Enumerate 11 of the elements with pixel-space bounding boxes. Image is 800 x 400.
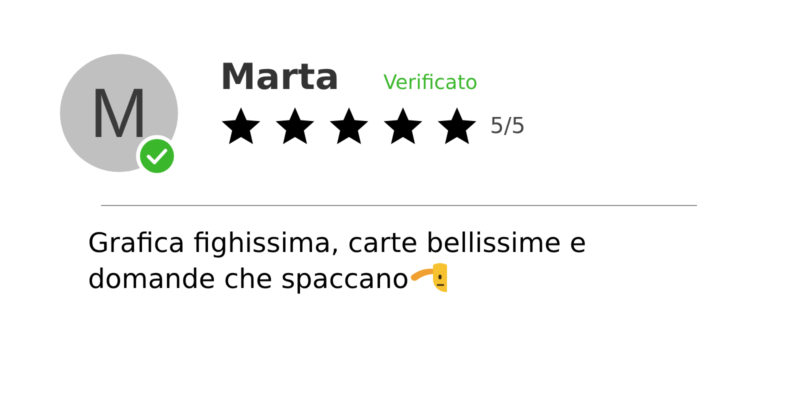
star-icon <box>436 106 478 146</box>
star-icon <box>328 106 370 146</box>
rating-score: 5/5 <box>490 112 526 140</box>
star-icon <box>274 106 316 146</box>
star-icon <box>220 106 262 146</box>
verified-label: Verificato <box>383 69 478 96</box>
review-text: Grafica fighissima, carte bellissime e domande che spaccano <box>88 227 588 297</box>
avatar: M <box>60 54 178 172</box>
star-icon <box>382 106 424 146</box>
reviewer-name: Marta <box>220 56 340 100</box>
saluting-emoji-icon <box>408 262 447 292</box>
